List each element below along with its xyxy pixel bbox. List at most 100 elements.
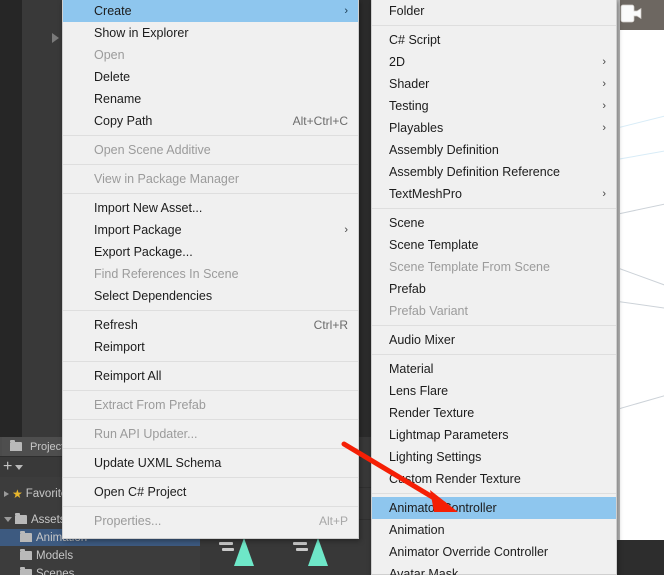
submenu-item-audio-mixer[interactable]: Audio Mixer	[372, 329, 616, 351]
scene-bottom-bar	[617, 540, 664, 575]
menu-item-refresh[interactable]: Refresh Ctrl+R	[63, 314, 358, 336]
menu-item-shortcut: Alt+Ctrl+C	[292, 114, 348, 128]
animation-clip-icon	[308, 538, 328, 566]
anim-dash-icon	[219, 542, 233, 545]
folder-icon	[15, 513, 27, 524]
menu-item-label: Import New Asset...	[94, 201, 203, 215]
menu-item-label: Open Scene Additive	[94, 143, 211, 157]
menu-item-delete[interactable]: Delete	[63, 66, 358, 88]
menu-item-show-in-explorer[interactable]: Show in Explorer	[63, 22, 358, 44]
menu-item-label: Export Package...	[94, 245, 193, 259]
menu-item-update-uxml-schema[interactable]: Update UXML Schema	[63, 452, 358, 474]
menu-item-rename[interactable]: Rename	[63, 88, 358, 110]
submenu-item-lightmap-parameters[interactable]: Lightmap Parameters	[372, 424, 616, 446]
menu-item-extract-from-prefab: Extract From Prefab	[63, 394, 358, 416]
submenu-item-testing[interactable]: Testing ›	[372, 95, 616, 117]
menu-item-label: Find References In Scene	[94, 267, 239, 281]
menu-item-open-c#-project[interactable]: Open C# Project	[63, 481, 358, 503]
chevron-right-icon[interactable]	[4, 490, 9, 497]
scene-view[interactable]	[617, 0, 664, 540]
menu-item-label: Rename	[94, 92, 142, 106]
menu-item-label: Reimport All	[94, 369, 162, 383]
chevron-down-icon[interactable]	[4, 516, 12, 525]
menu-item-select-dependencies[interactable]: Select Dependencies	[63, 285, 358, 307]
submenu-item-textmeshpro[interactable]: TextMeshPro ›	[372, 183, 616, 205]
menu-separator	[63, 419, 358, 420]
menu-item-label: Properties...	[94, 514, 162, 528]
submenu-item-avatar-mask[interactable]: Avatar Mask	[372, 563, 616, 575]
menu-item-run-api-updater: Run API Updater...	[63, 423, 358, 445]
anim-dash-icon	[293, 542, 307, 545]
menu-item-view-in-package-manager: View in Package Manager	[63, 168, 358, 190]
submenu-item-animation[interactable]: Animation	[372, 519, 616, 541]
folder-icon	[20, 549, 32, 560]
tree-item-models[interactable]: Models	[0, 547, 220, 564]
menu-item-label: Delete	[94, 70, 131, 84]
menu-item-label: Material	[389, 362, 434, 376]
chevron-right-icon: ›	[602, 187, 606, 200]
menu-separator	[63, 506, 358, 507]
menu-item-label: Avatar Mask	[389, 567, 459, 575]
menu-item-label: View in Package Manager	[94, 172, 239, 186]
menu-item-label: Copy Path	[94, 114, 153, 128]
folder-icon	[20, 531, 32, 542]
chevron-down-icon[interactable]	[15, 464, 24, 470]
menu-item-label: 2D	[389, 55, 405, 69]
scene-grid-line	[617, 300, 664, 313]
menu-item-label: Open C# Project	[94, 485, 187, 499]
menu-item-label: Scene	[389, 216, 425, 230]
tree-item-scenes[interactable]: Scenes	[0, 565, 220, 575]
collapse-arrow-icon[interactable]	[52, 33, 59, 43]
menu-item-import-new-asset[interactable]: Import New Asset...	[63, 197, 358, 219]
submenu-item-2d[interactable]: 2D ›	[372, 51, 616, 73]
menu-item-label: Testing	[389, 99, 429, 113]
menu-item-reimport-all[interactable]: Reimport All	[63, 365, 358, 387]
submenu-item-prefab[interactable]: Prefab	[372, 278, 616, 300]
submenu-item-animator-override-controller[interactable]: Animator Override Controller	[372, 541, 616, 563]
menu-item-import-package[interactable]: Import Package ›	[63, 219, 358, 241]
menu-item-label: Scene Template From Scene	[389, 260, 550, 274]
add-asset-icon[interactable]: +	[3, 459, 12, 475]
submenu-item-folder[interactable]: Folder	[372, 0, 616, 22]
tree-item-label: Models	[36, 549, 74, 562]
menu-item-label: Assembly Definition Reference	[389, 165, 560, 179]
submenu-item-assembly-definition-reference[interactable]: Assembly Definition Reference	[372, 161, 616, 183]
chevron-right-icon: ›	[602, 99, 606, 112]
submenu-item-lighting-settings[interactable]: Lighting Settings	[372, 446, 616, 468]
tree-item-label: Scenes	[36, 567, 75, 575]
menu-item-reimport[interactable]: Reimport	[63, 336, 358, 358]
submenu-item-playables[interactable]: Playables ›	[372, 117, 616, 139]
menu-item-properties: Properties... Alt+P	[63, 510, 358, 532]
menu-separator	[372, 354, 616, 355]
submenu-item-material[interactable]: Material	[372, 358, 616, 380]
submenu-item-assembly-definition[interactable]: Assembly Definition	[372, 139, 616, 161]
submenu-item-animator-controller[interactable]: Animator Controller	[372, 497, 616, 519]
menu-item-label: Extract From Prefab	[94, 398, 206, 412]
submenu-item-custom-render-texture[interactable]: Custom Render Texture	[372, 468, 616, 490]
submenu-item-shader[interactable]: Shader ›	[372, 73, 616, 95]
menu-separator	[372, 493, 616, 494]
submenu-item-c#-script[interactable]: C# Script	[372, 29, 616, 51]
menu-item-label: C# Script	[389, 33, 441, 47]
submenu-item-scene-template[interactable]: Scene Template	[372, 234, 616, 256]
menu-separator	[63, 390, 358, 391]
asset-context-menu[interactable]: Create › Show in Explorer Open Delete Rename C…	[62, 0, 359, 539]
menu-separator	[372, 325, 616, 326]
menu-item-label: Select Dependencies	[94, 289, 213, 303]
scene-grid-line	[617, 146, 664, 161]
submenu-item-lens-flare[interactable]: Lens Flare	[372, 380, 616, 402]
create-submenu[interactable]: Folder C# Script 2D › Shader › Testing › Playabl…	[371, 0, 617, 575]
tab-project-label: Project	[30, 440, 65, 453]
menu-item-export-package[interactable]: Export Package...	[63, 241, 358, 263]
menu-item-create[interactable]: Create ›	[63, 0, 358, 22]
menu-separator	[372, 25, 616, 26]
menu-separator	[372, 208, 616, 209]
menu-separator	[63, 361, 358, 362]
menu-item-copy-path[interactable]: Copy Path Alt+Ctrl+C	[63, 110, 358, 132]
menu-item-label: Playables	[389, 121, 444, 135]
menu-item-label: TextMeshPro	[389, 187, 462, 201]
menu-separator	[63, 193, 358, 194]
submenu-item-scene[interactable]: Scene	[372, 212, 616, 234]
menu-item-shortcut: Alt+P	[318, 514, 348, 528]
submenu-item-render-texture[interactable]: Render Texture	[372, 402, 616, 424]
